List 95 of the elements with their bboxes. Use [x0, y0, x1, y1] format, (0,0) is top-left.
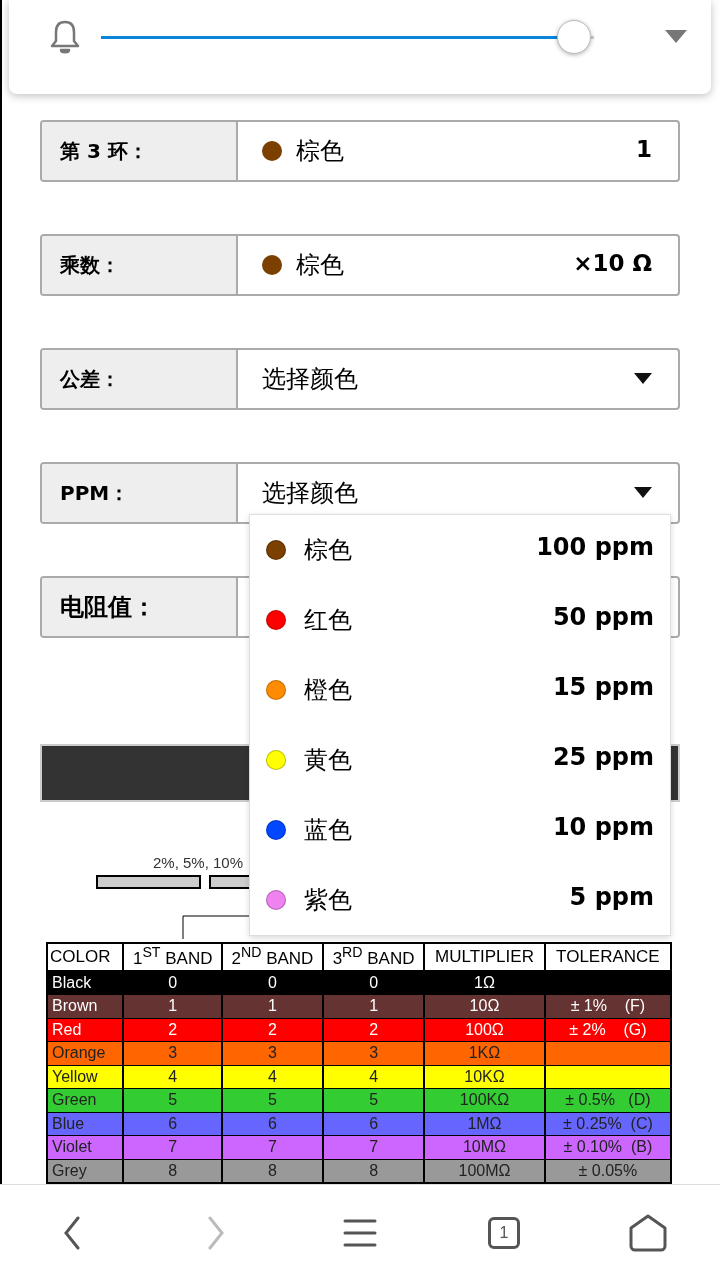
- table-cell: 3: [221, 1041, 324, 1065]
- table-cell: 5: [221, 1088, 324, 1112]
- column-header: 2$^{ND}$ BAND: [221, 942, 324, 971]
- table-cell: Yellow: [47, 1065, 124, 1089]
- table-cell: Brown: [47, 994, 124, 1018]
- table-cell: 8: [221, 1159, 324, 1183]
- dropdown-option[interactable]: 红色 50 ppm: [250, 585, 670, 655]
- table-cell: 3: [123, 1041, 222, 1065]
- dropdown-option[interactable]: 紫色 5 ppm: [250, 865, 670, 935]
- table-cell: ± 0.05%: [544, 1159, 671, 1183]
- table-cell: 0: [323, 970, 425, 995]
- field-label: 乘数：: [42, 236, 238, 294]
- table-cell: Blue: [47, 1112, 124, 1136]
- table-cell: 1: [221, 994, 324, 1018]
- table-cell: Green: [47, 1088, 124, 1112]
- option-ppm-value: 50 ppm: [552, 603, 654, 631]
- option-color-name: 红色: [304, 605, 352, 636]
- table-cell: 1: [123, 994, 222, 1018]
- table-cell: 2: [221, 1018, 324, 1042]
- option-ppm-value: 25 ppm: [552, 743, 654, 771]
- table-cell: ± 0.25% (C): [544, 1112, 671, 1136]
- table-cell: Violet: [47, 1135, 124, 1159]
- option-ppm-value: 15 ppm: [552, 673, 654, 701]
- expand-caret-icon[interactable]: [665, 30, 687, 44]
- table-cell: 4: [221, 1065, 324, 1089]
- table-cell: 7: [323, 1135, 425, 1159]
- bell-icon: [49, 19, 81, 55]
- table-cell: 3: [323, 1041, 425, 1065]
- table-cell: 100Ω: [424, 1018, 545, 1042]
- dropdown-option[interactable]: 黄色 25 ppm: [250, 725, 670, 795]
- table-cell: 100KΩ: [424, 1088, 545, 1112]
- field-label: 电阻值：: [42, 578, 238, 636]
- column-header: TOLERANCE: [544, 942, 671, 971]
- band-value: ×10 Ω: [573, 250, 652, 276]
- color-select[interactable]: 选择颜色: [238, 350, 678, 408]
- table-cell: 8: [323, 1159, 425, 1183]
- option-ppm-value: 10 ppm: [552, 813, 654, 841]
- table-cell: Black: [47, 970, 124, 995]
- tabs-button[interactable]: 1: [464, 1197, 544, 1268]
- table-cell: 10KΩ: [424, 1065, 545, 1089]
- table-cell: ± 2% (G): [544, 1018, 671, 1042]
- table-cell: 2: [123, 1018, 222, 1042]
- selected-color: 棕色: [296, 250, 344, 281]
- field-label: PPM：: [42, 464, 238, 522]
- option-ppm-value: 100 ppm: [536, 533, 654, 561]
- column-header: COLOR: [47, 942, 124, 971]
- dropdown-option[interactable]: 棕色 100 ppm: [250, 515, 670, 585]
- table-cell: 1KΩ: [424, 1041, 545, 1065]
- table-cell: 0: [123, 970, 222, 995]
- table-cell: 7: [221, 1135, 324, 1159]
- table-cell: Red: [47, 1018, 124, 1042]
- table-cell: 10MΩ: [424, 1135, 545, 1159]
- option-color-name: 橙色: [304, 675, 352, 706]
- field-label: 公差：: [42, 350, 238, 408]
- table-cell: 0: [221, 970, 324, 995]
- option-color-name: 黄色: [304, 745, 352, 776]
- chevron-right-icon: [206, 1215, 226, 1250]
- table-cell: 6: [323, 1112, 425, 1136]
- table-cell: Grey: [47, 1159, 124, 1183]
- table-cell: 8: [123, 1159, 222, 1183]
- column-header: 3$^{RD}$ BAND: [323, 942, 425, 971]
- dropdown-option[interactable]: 橙色 15 ppm: [250, 655, 670, 725]
- table-cell: ± 0.10% (B): [544, 1135, 671, 1159]
- field-label: 第 3 环：: [42, 122, 238, 180]
- selected-color: 棕色: [296, 136, 344, 167]
- table-cell: 4: [123, 1065, 222, 1089]
- tolerance-caption: 2%, 5%, 10%: [153, 854, 245, 872]
- table-cell: 5: [123, 1088, 222, 1112]
- table-cell: 10Ω: [424, 994, 545, 1018]
- table-cell: Orange: [47, 1041, 124, 1065]
- chevron-left-icon: [62, 1215, 82, 1250]
- dropdown-option[interactable]: 蓝色 10 ppm: [250, 795, 670, 865]
- table-cell: 100MΩ: [424, 1159, 545, 1183]
- column-header: MULTIPLIER: [424, 942, 545, 971]
- table-cell: 1Ω: [424, 970, 545, 995]
- caret-icon: [634, 373, 652, 385]
- table-cell: 6: [221, 1112, 324, 1136]
- table-cell: 2: [323, 1018, 425, 1042]
- column-header: 1$^{ST}$ BAND: [123, 942, 222, 971]
- table-cell: 5: [323, 1088, 425, 1112]
- table-cell: ± 0.5% (D): [544, 1088, 671, 1112]
- option-color-name: 蓝色: [304, 815, 352, 846]
- home-icon: [628, 1213, 668, 1252]
- caret-icon: [634, 487, 652, 499]
- table-cell: 7: [123, 1135, 222, 1159]
- option-color-name: 紫色: [304, 885, 352, 916]
- option-color-name: 棕色: [304, 535, 352, 566]
- slider-thumb[interactable]: [557, 19, 592, 54]
- band-value: 1: [636, 136, 652, 162]
- table-cell: 1MΩ: [424, 1112, 545, 1136]
- table-cell: 6: [123, 1112, 222, 1136]
- option-ppm-value: 5 ppm: [569, 883, 654, 911]
- table-cell: 1: [323, 994, 425, 1018]
- table-cell: 4: [323, 1065, 425, 1089]
- table-cell: ± 1% (F): [544, 994, 671, 1018]
